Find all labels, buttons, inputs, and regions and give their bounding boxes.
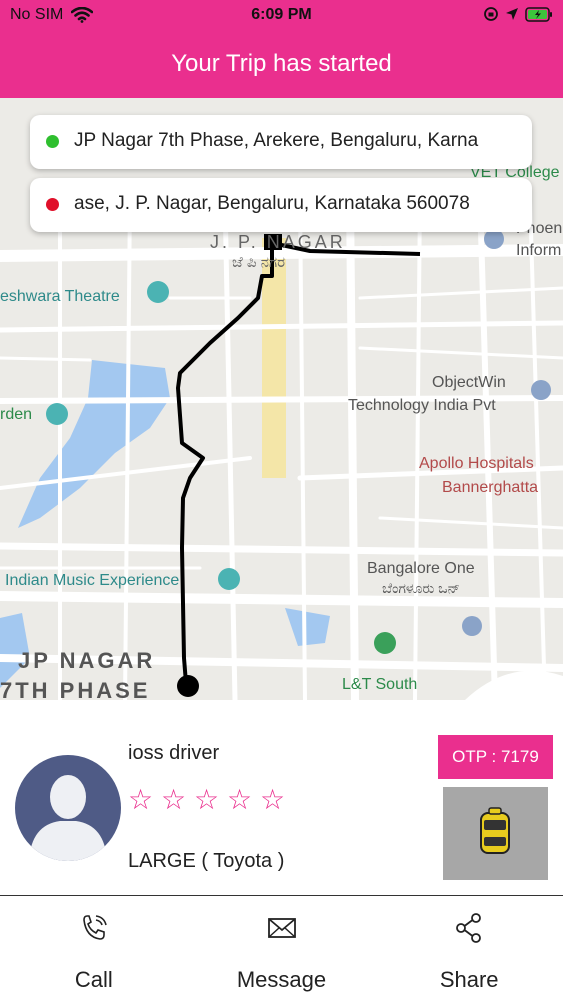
route-start-marker	[177, 675, 199, 697]
share-label: Share	[439, 967, 499, 992]
map-label-objectwin: ObjectWin	[432, 374, 506, 391]
map-label-jp7: JP NAGAR	[18, 648, 156, 673]
driver-name: ioss driver	[128, 742, 220, 764]
person-icon	[29, 775, 107, 861]
otp-badge: OTP : 7179	[438, 735, 553, 779]
map-label-bangalore-one-kn: ಬೆಂಗಳೂರು ಒನ್	[382, 580, 460, 596]
map-label-objectwin-2: Technology India Pvt	[348, 397, 496, 414]
map-view[interactable]: J. P. NAGAR ಜೆ ಪಿ ನಗರ eshwara Theatre rd…	[0, 98, 563, 700]
vehicle-info: LARGE ( Toyota )	[128, 850, 285, 872]
driver-rating: ☆ ☆ ☆ ☆ ☆	[128, 786, 289, 814]
map-label-garden: rden	[0, 406, 33, 423]
drop-address: ase, J. P. Nagar, Bengaluru, Karnataka 5…	[74, 193, 470, 214]
map-label-apollo-2: Bannerghatta	[442, 479, 539, 496]
share-icon	[456, 913, 482, 943]
star-icon: ☆	[227, 784, 253, 815]
star-icon: ☆	[260, 784, 286, 815]
drop-address-card[interactable]: ase, J. P. Nagar, Bengaluru, Karnataka 5…	[30, 178, 532, 232]
pickup-dot-icon	[46, 135, 59, 148]
drop-dot-icon	[46, 198, 59, 211]
map-label-apollo: Apollo Hospitals	[419, 455, 534, 472]
message-button[interactable]: Message	[188, 897, 376, 1000]
pickup-address: JP Nagar 7th Phase, Arekere, Bengaluru, …	[74, 130, 479, 151]
driver-panel: ioss driver ☆ ☆ ☆ ☆ ☆ LARGE ( Toyota ) O…	[0, 700, 563, 896]
map-label-jp-nagar: J. P. NAGAR	[210, 232, 346, 252]
call-button[interactable]: Call	[0, 897, 188, 1000]
star-icon: ☆	[161, 784, 187, 815]
vehicle-icon	[480, 807, 510, 854]
star-icon: ☆	[194, 784, 220, 815]
page-title: Your Trip has started	[171, 50, 392, 77]
map-label-music: Indian Music Experience	[5, 572, 180, 589]
driver-avatar	[15, 755, 121, 861]
phone-call-icon	[83, 915, 107, 940]
header-bar: Your Trip has started	[0, 32, 563, 98]
status-time: 6:09 PM	[251, 6, 312, 23]
map-label-phoenix-2: Inform	[516, 242, 562, 259]
envelope-icon	[267, 918, 296, 938]
status-bar: No SIM 6:09 PM	[0, 0, 563, 32]
battery-icon	[525, 6, 552, 22]
share-button[interactable]: Share	[375, 897, 563, 1000]
vehicle-image	[443, 787, 548, 880]
status-right	[483, 6, 553, 22]
map-label-theatre: eshwara Theatre	[0, 288, 120, 305]
map-label-jp7-2: 7TH PHASE	[0, 678, 151, 700]
map-label-jp-nagar-kn: ಜೆ ಪಿ ನಗರ	[232, 254, 286, 271]
orientation-lock-icon	[484, 7, 498, 21]
map-label-lt-south: L&T South	[342, 676, 418, 693]
pickup-address-card[interactable]: JP Nagar 7th Phase, Arekere, Bengaluru, …	[30, 115, 532, 169]
star-icon: ☆	[128, 784, 154, 815]
call-label: Call	[74, 967, 113, 992]
location-arrow-icon	[506, 8, 518, 20]
map-label-bangalore-one: Bangalore One	[367, 560, 475, 577]
action-bar: Call Message Share	[0, 897, 563, 1000]
message-label: Message	[236, 967, 327, 992]
